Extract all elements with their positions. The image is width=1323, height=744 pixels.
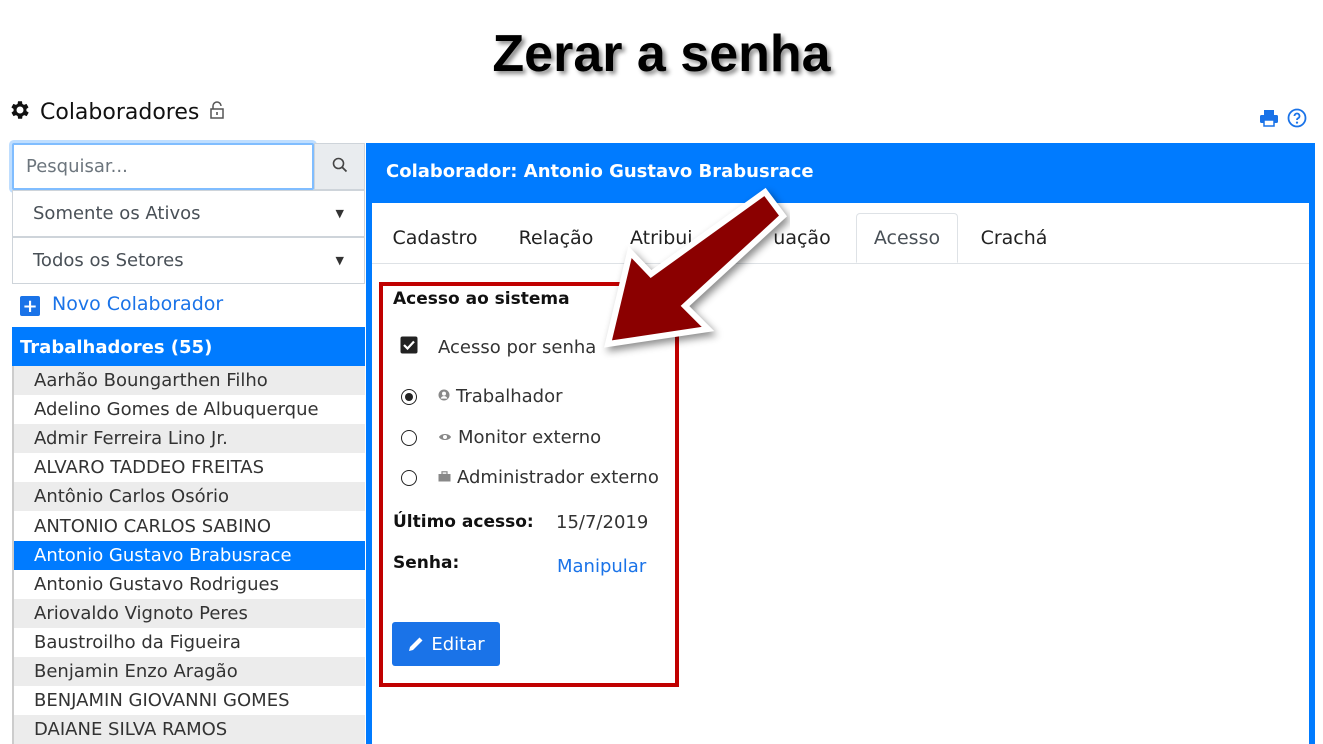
checkbox-label: Acesso por senha bbox=[438, 336, 597, 358]
password-label: Senha: bbox=[393, 553, 460, 573]
check-icon[interactable] bbox=[400, 336, 418, 358]
search-input[interactable] bbox=[12, 143, 314, 190]
worker-list-item[interactable]: DAIANE SILVA RAMOS bbox=[14, 715, 365, 744]
radio-button[interactable] bbox=[401, 388, 417, 405]
radio-button[interactable] bbox=[401, 469, 417, 486]
worker-list-item[interactable]: Aarhão Boungarthen Filho bbox=[14, 366, 365, 396]
lock-icon[interactable] bbox=[209, 101, 225, 123]
gear-icon[interactable] bbox=[8, 98, 32, 126]
worker-list-item[interactable]: Antonio Gustavo Brabusrace bbox=[14, 540, 365, 570]
tab-acesso[interactable]: Acesso bbox=[856, 213, 958, 263]
help-icon[interactable] bbox=[1287, 108, 1307, 132]
page-title: Colaboradores bbox=[40, 99, 200, 125]
sector-filter-select[interactable]: Todos os Setores ▼ bbox=[12, 237, 365, 284]
pencil-icon bbox=[407, 635, 425, 653]
page-header: Colaboradores bbox=[8, 95, 225, 129]
radio-label: Administrador externo bbox=[457, 467, 659, 488]
status-filter-value: Somente os Ativos bbox=[33, 203, 201, 224]
radio-label: Trabalhador bbox=[456, 386, 563, 407]
last-access-label: Último acesso: bbox=[393, 512, 534, 532]
worker-list-item[interactable]: ALVARO TADDEO FREITAS bbox=[14, 453, 365, 482]
annotation-arrow bbox=[604, 187, 788, 348]
radio-administrador-externo[interactable]: Administrador externo bbox=[401, 467, 659, 488]
printer-icon[interactable] bbox=[1259, 108, 1279, 132]
worker-list-item[interactable]: Ariovaldo Vignoto Peres bbox=[14, 598, 365, 628]
worker-list-item[interactable]: ANTONIO CARLOS SABINO bbox=[14, 511, 365, 540]
card-title: Colaborador: Antonio Gustavo Brabusrace bbox=[386, 161, 814, 182]
eye-icon bbox=[438, 431, 452, 445]
briefcase-icon bbox=[438, 470, 451, 485]
worker-list-item[interactable]: Antonio Gustavo Rodrigues bbox=[14, 570, 365, 599]
workers-list-header: Trabalhadores (55) bbox=[12, 327, 365, 367]
new-colaborador-label: Novo Colaborador bbox=[52, 293, 224, 315]
tab-bar: Cadastro Relação Atribui uação Acesso Cr… bbox=[372, 203, 1309, 264]
radio-label: Monitor externo bbox=[458, 427, 602, 448]
arrow-shape bbox=[604, 187, 788, 348]
worker-list-item[interactable]: Benjamin Enzo Aragão bbox=[14, 656, 365, 687]
workers-list: Aarhão Boungarthen Filho Adelino Gomes de… bbox=[12, 366, 365, 744]
edit-button[interactable]: Editar bbox=[392, 622, 500, 666]
worker-list-item[interactable]: Baustroilho da Figueira bbox=[14, 628, 365, 657]
status-filter-select[interactable]: Somente os Ativos ▼ bbox=[12, 190, 365, 237]
worker-list-item[interactable]: Admir Ferreira Lino Jr. bbox=[14, 424, 365, 454]
search-button[interactable] bbox=[314, 143, 365, 190]
chevron-down-icon: ▼ bbox=[335, 254, 344, 267]
tab-cracha[interactable]: Crachá bbox=[968, 213, 1060, 263]
last-access-value: 15/7/2019 bbox=[556, 512, 649, 533]
new-colaborador-button[interactable]: + Novo Colaborador bbox=[20, 292, 224, 317]
radio-button[interactable] bbox=[401, 429, 417, 446]
worker-list-item[interactable]: Antônio Carlos Osório bbox=[14, 482, 365, 512]
plus-icon: + bbox=[20, 296, 40, 317]
search-icon bbox=[332, 157, 348, 177]
worker-list-item[interactable]: Adelino Gomes de Albuquerque bbox=[14, 395, 365, 424]
chevron-down-icon: ▼ bbox=[335, 207, 344, 220]
user-icon bbox=[438, 389, 450, 404]
sector-filter-value: Todos os Setores bbox=[33, 250, 184, 271]
acesso-checkbox-row[interactable]: Acesso por senha bbox=[400, 336, 596, 358]
search-group bbox=[12, 143, 365, 190]
edit-button-label: Editar bbox=[431, 633, 485, 655]
radio-trabalhador[interactable]: Trabalhador bbox=[401, 386, 563, 407]
manipular-link[interactable]: Manipular bbox=[557, 556, 646, 577]
tab-cadastro[interactable]: Cadastro bbox=[384, 213, 486, 263]
worker-list-item[interactable]: BENJAMIN GIOVANNI GOMES bbox=[14, 686, 365, 715]
toolbar bbox=[1259, 108, 1307, 132]
radio-monitor-externo[interactable]: Monitor externo bbox=[401, 427, 601, 448]
section-title: Acesso ao sistema bbox=[393, 289, 570, 309]
slide-title: Zerar a senha bbox=[492, 25, 831, 83]
